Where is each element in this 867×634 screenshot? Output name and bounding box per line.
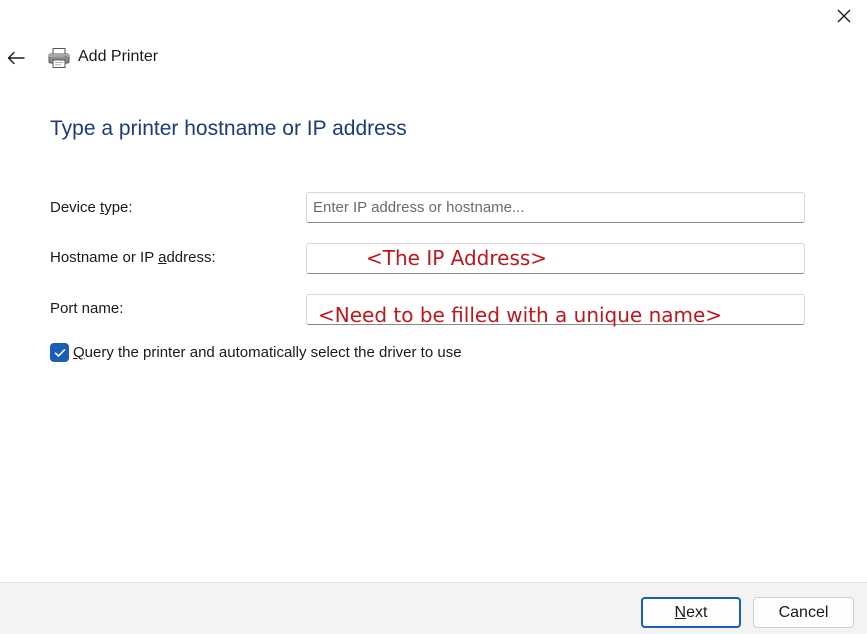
add-printer-dialog: Add Printer Type a printer hostname or I… (0, 0, 867, 634)
cancel-button[interactable]: Cancel (753, 597, 854, 628)
device-type-label-pre: Device (50, 199, 101, 216)
hostname-label-pre: Hostname or IP (50, 249, 159, 266)
query-printer-label[interactable]: Query the printer and automatically sele… (73, 344, 462, 361)
hostname-label: Hostname or IP address: (50, 249, 216, 266)
hostname-input[interactable] (306, 243, 805, 274)
query-printer-checkbox[interactable] (50, 343, 69, 362)
back-button[interactable] (4, 46, 28, 70)
close-icon (837, 9, 851, 23)
back-arrow-icon (7, 51, 25, 65)
device-type-label: Device type: (50, 199, 133, 216)
dialog-footer: Next Cancel (0, 582, 867, 634)
checkmark-icon (54, 348, 65, 357)
window-title: Add Printer (78, 48, 159, 65)
device-type-label-post: ype: (104, 199, 133, 216)
page-heading: Type a printer hostname or IP address (50, 117, 407, 140)
query-printer-label-access-key: Q (73, 344, 85, 361)
printer-icon (48, 48, 70, 68)
next-button-label-rest: ext (686, 603, 708, 621)
close-button[interactable] (821, 0, 867, 32)
port-name-label: Port name: (50, 300, 124, 317)
hostname-label-post: ddress: (166, 249, 216, 266)
next-button[interactable]: Next (641, 597, 741, 628)
port-name-input[interactable] (306, 294, 805, 325)
device-type-input[interactable] (306, 192, 805, 223)
next-button-access-key: N (674, 603, 687, 621)
query-printer-label-rest: uery the printer and automatically selec… (84, 344, 462, 361)
